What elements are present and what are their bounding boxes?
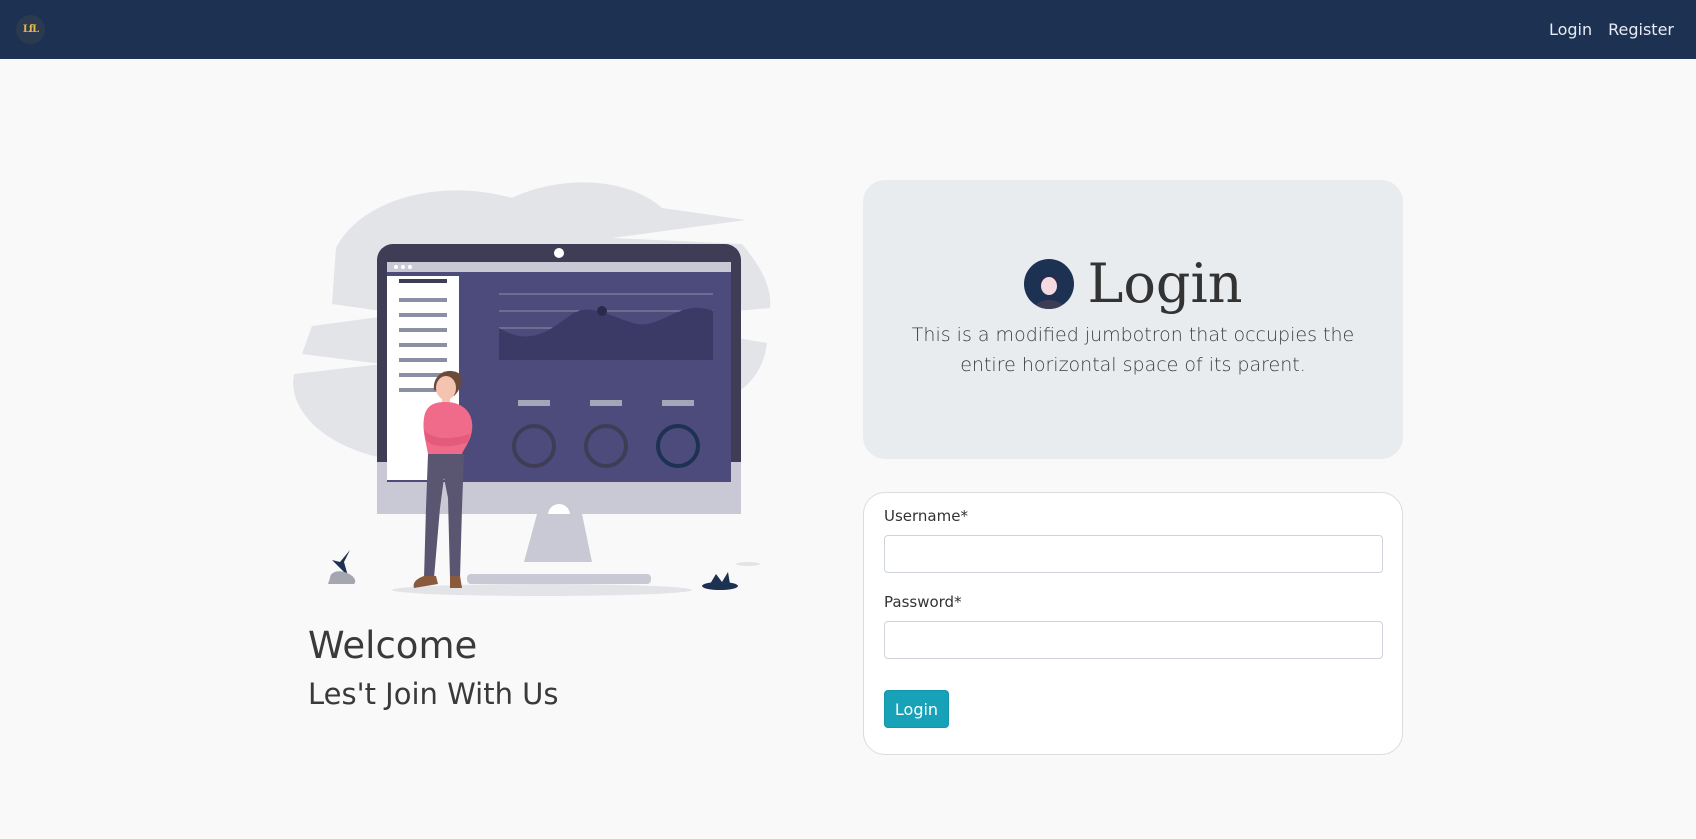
welcome-section: Welcome Les't Join With Us: [308, 622, 559, 714]
username-label: Username*: [884, 507, 968, 525]
nav-register-link[interactable]: Register: [1608, 20, 1674, 39]
nav-login-link[interactable]: Login: [1549, 20, 1592, 39]
jumbotron-text: This is a modified jumbotron that occupi…: [911, 324, 1355, 376]
screen-topbar: [387, 262, 731, 272]
monitor-stand: [524, 514, 592, 562]
floor-shadow: [392, 584, 692, 596]
user-avatar-icon: [1023, 259, 1074, 309]
monitor-camera: [554, 248, 564, 258]
brand-logo[interactable]: LfL: [16, 15, 45, 44]
jumbotron-title: Login: [1087, 252, 1243, 315]
login-submit-button[interactable]: Login: [884, 690, 949, 728]
welcome-subtitle: Les't Join With Us: [308, 677, 559, 711]
plant-right: [702, 572, 738, 590]
login-form: Username* Password* Login: [863, 492, 1403, 755]
password-input[interactable]: [884, 621, 1383, 659]
jumbotron: Login This is a modified jumbotron that …: [863, 180, 1403, 459]
username-input[interactable]: [884, 535, 1383, 573]
nav-links: Login Register: [1549, 0, 1674, 59]
jumbotron-header: Login: [863, 252, 1403, 316]
welcome-title: Welcome: [308, 624, 478, 667]
password-label: Password*: [884, 593, 962, 611]
monitor-base: [467, 574, 651, 584]
hero-illustration: [293, 182, 771, 596]
brand-text: LfL: [22, 24, 39, 35]
top-navbar: LfL Login Register: [0, 0, 1696, 59]
plant-left: [328, 550, 356, 584]
